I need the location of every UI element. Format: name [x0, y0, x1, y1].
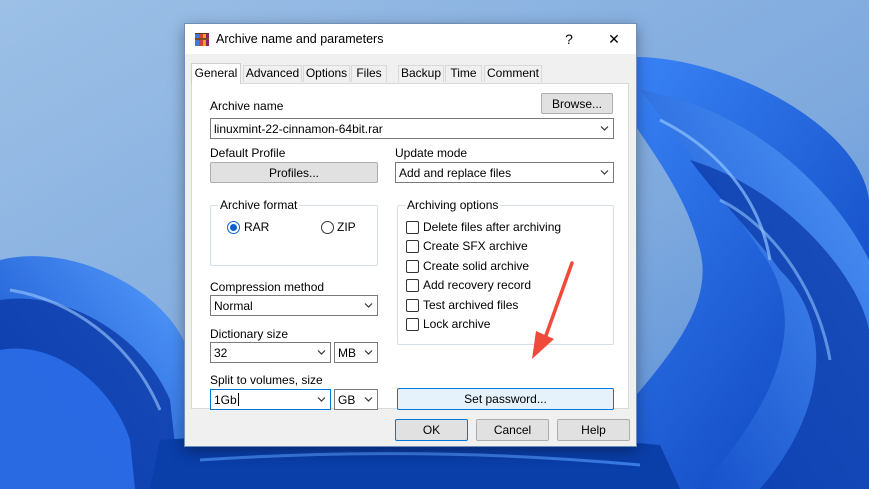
help-button[interactable]: Help — [557, 419, 630, 441]
tab-comment[interactable]: Comment — [484, 65, 542, 82]
chevron-down-icon — [317, 397, 326, 402]
compression-method-label: Compression method — [210, 280, 325, 294]
rar-label: RAR — [244, 220, 270, 234]
text-cursor — [237, 393, 239, 406]
create-solid-checkbox[interactable] — [406, 260, 419, 273]
title-bar[interactable]: Archive name and parameters ? ✕ — [185, 24, 636, 54]
tab-files[interactable]: Files — [351, 65, 387, 82]
title-help-button[interactable]: ? — [547, 24, 591, 54]
chevron-down-icon — [600, 170, 609, 175]
add-recovery-checkbox[interactable] — [406, 279, 419, 292]
test-archived-label: Test archived files — [423, 298, 519, 312]
update-mode-label: Update mode — [395, 146, 468, 160]
dictionary-unit-value: MB — [338, 346, 356, 360]
lock-archive-label: Lock archive — [423, 317, 491, 331]
split-unit-value: GB — [338, 393, 356, 407]
split-volumes-input[interactable]: 1Gb — [210, 389, 331, 410]
chevron-down-icon — [317, 350, 326, 355]
archiving-options-group: Archiving options Delete files after arc… — [397, 198, 614, 345]
create-solid-label: Create solid archive — [423, 259, 530, 273]
chevron-down-icon — [364, 303, 373, 308]
set-password-button[interactable]: Set password... — [397, 388, 614, 410]
tab-general[interactable]: General — [191, 63, 241, 84]
browse-button[interactable]: Browse... — [541, 93, 613, 114]
archiving-options-title: Archiving options — [405, 198, 501, 212]
archive-format-group: Archive format RAR ZIP — [210, 198, 378, 266]
rar-radio[interactable] — [227, 221, 240, 234]
zip-radio[interactable] — [321, 221, 334, 234]
archive-name-value: linuxmint-22-cinnamon-64bit.rar — [214, 122, 383, 136]
close-button[interactable]: ✕ — [592, 24, 636, 54]
window-title: Archive name and parameters — [216, 32, 384, 46]
delete-files-checkbox[interactable] — [406, 221, 419, 234]
split-volumes-label: Split to volumes, size — [210, 373, 323, 387]
archive-name-label: Archive name — [210, 99, 284, 113]
annotation-arrow-icon — [532, 261, 574, 359]
split-unit-select[interactable]: GB — [334, 389, 378, 410]
update-mode-value: Add and replace files — [399, 166, 512, 180]
create-sfx-checkbox[interactable] — [406, 240, 419, 253]
create-sfx-label: Create SFX archive — [423, 239, 528, 253]
split-volumes-value: 1Gb — [214, 393, 239, 407]
winrar-icon — [195, 33, 209, 46]
radio-dot — [230, 224, 237, 231]
tab-backup[interactable]: Backup — [398, 65, 444, 82]
ok-button[interactable]: OK — [395, 419, 468, 441]
update-mode-select[interactable]: Add and replace files — [395, 162, 614, 183]
archive-format-title: Archive format — [218, 198, 300, 212]
zip-label: ZIP — [337, 220, 356, 234]
cancel-button[interactable]: Cancel — [476, 419, 549, 441]
default-profile-label: Default Profile — [210, 146, 286, 160]
chevron-down-icon — [364, 397, 373, 402]
compression-method-select[interactable]: Normal — [210, 295, 378, 316]
tab-options[interactable]: Options — [303, 65, 350, 82]
tab-advanced[interactable]: Advanced — [243, 65, 302, 82]
lock-archive-checkbox[interactable] — [406, 318, 419, 331]
add-recovery-label: Add recovery record — [423, 278, 532, 292]
tab-time[interactable]: Time — [445, 65, 482, 82]
delete-files-label: Delete files after archiving — [423, 220, 562, 234]
dictionary-size-select[interactable]: 32 — [210, 342, 331, 363]
dictionary-unit-select[interactable]: MB — [334, 342, 378, 363]
test-archived-checkbox[interactable] — [406, 299, 419, 312]
profiles-button[interactable]: Profiles... — [210, 162, 378, 183]
archive-name-combo[interactable]: linuxmint-22-cinnamon-64bit.rar — [210, 118, 614, 139]
chevron-down-icon — [600, 126, 609, 131]
dictionary-size-label: Dictionary size — [210, 327, 289, 341]
archive-dialog: Archive name and parameters ? ✕ General … — [184, 23, 637, 447]
chevron-down-icon — [364, 350, 373, 355]
dictionary-size-value: 32 — [214, 346, 228, 360]
compression-method-value: Normal — [214, 299, 253, 313]
